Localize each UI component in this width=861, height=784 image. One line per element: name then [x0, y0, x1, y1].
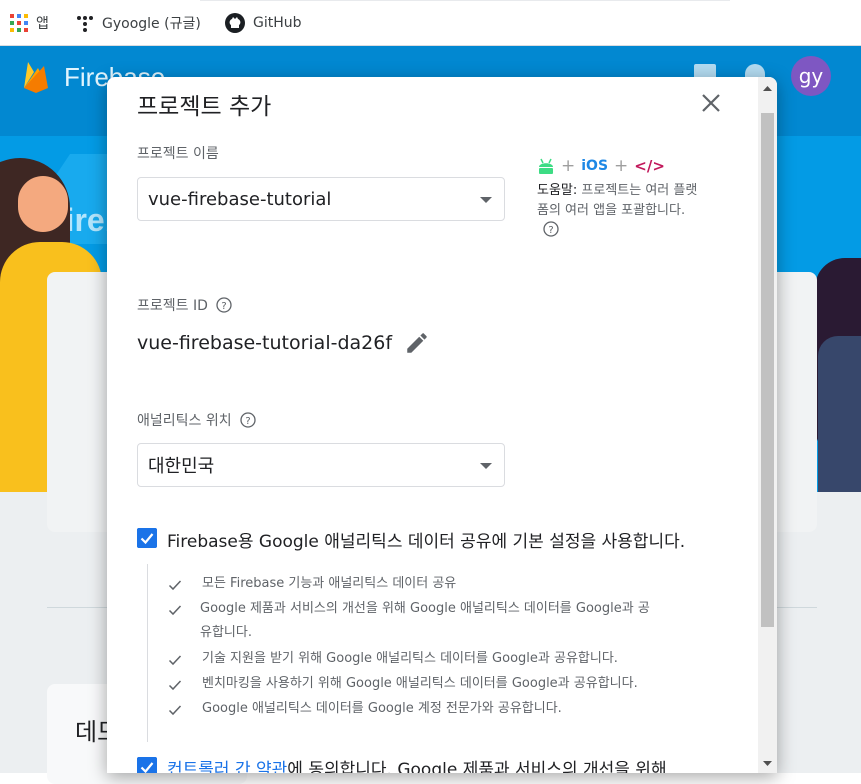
terms-checkbox[interactable] — [137, 757, 157, 773]
terms-label: 컨트롤러 간 약관에 동의합니다. Google 제품과 서비스의 개선을 위해 — [167, 755, 667, 773]
bookmark-gyoogle[interactable]: Gyoogle (규글) — [76, 12, 201, 34]
bookmark-gyoogle-label: Gyoogle (규글) — [102, 16, 201, 32]
bookmarks-bar: 앱 Gyoogle (규글) GitHub — [0, 0, 861, 46]
terms-text: 에 동의합니다. Google 제품과 서비스의 개선을 위해 — [287, 760, 667, 773]
chevron-down-icon — [480, 197, 492, 203]
avatar[interactable]: gy — [791, 56, 831, 96]
share-item-text: Google 제품과 서비스의 개선을 위해 Google 애널리틱스 데이터를… — [200, 601, 650, 616]
platform-icons: + iOS + </> — [537, 156, 665, 176]
share-item-text: 기술 지원을 받기 위해 Google 애널리틱스 데이터를 Google과 공… — [202, 651, 618, 666]
share-item-text: 벤치마킹을 사용하기 위해 Google 애널리틱스 데이터를 Google과 … — [202, 676, 638, 691]
dialog-title: 프로젝트 추가 — [137, 94, 272, 120]
tab-strip-edge — [200, 0, 730, 1]
help-icon[interactable]: ? — [239, 412, 256, 428]
edit-pencil-icon[interactable] — [404, 330, 430, 356]
terms-link[interactable]: 컨트롤러 간 약관 — [167, 760, 287, 773]
help-tip-bold: 도움말: — [537, 183, 578, 198]
share-settings-checkbox[interactable] — [137, 528, 157, 548]
scrollbar[interactable] — [758, 77, 777, 773]
project-id-row: vue-firebase-tutorial-da26f — [137, 330, 430, 356]
share-item-text: Google 애널리틱스 데이터를 Google 계정 전문가와 공유합니다. — [202, 701, 562, 716]
svg-text:?: ? — [245, 416, 250, 427]
project-name-label: 프로젝트 이름 — [137, 146, 219, 162]
apps-grid-icon — [10, 14, 28, 32]
project-id-label-row: 프로젝트 ID ? — [137, 295, 232, 315]
analytics-location-label: 애널리틱스 위치 — [137, 413, 232, 429]
gyoogle-icon — [77, 16, 93, 32]
android-icon — [539, 158, 553, 174]
illustration-right-body — [818, 336, 861, 492]
help-icon[interactable]: ? — [216, 297, 232, 313]
check-icon — [168, 605, 182, 616]
svg-text:?: ? — [548, 225, 553, 236]
chevron-down-icon — [480, 463, 492, 469]
check-icon — [168, 680, 182, 691]
check-icon — [168, 655, 182, 666]
check-icon — [168, 580, 182, 591]
github-icon — [225, 13, 245, 33]
scrollbar-thumb[interactable] — [761, 113, 774, 627]
project-id-value: vue-firebase-tutorial-da26f — [137, 332, 393, 354]
svg-text:?: ? — [221, 301, 226, 312]
bookmark-github-label: GitHub — [253, 15, 302, 31]
close-icon[interactable] — [697, 89, 725, 117]
bookmark-apps-label: 앱 — [36, 16, 49, 32]
scroll-up-arrow-icon[interactable] — [758, 81, 777, 95]
check-icon — [168, 705, 182, 716]
web-code-icon: </> — [634, 157, 665, 175]
firebase-logo-icon — [24, 62, 48, 93]
share-item-text: 유합니다. — [200, 625, 252, 640]
share-details-list: 모든 Firebase 기능과 애널리틱스 데이터 공유 Google 제품과 … — [147, 564, 728, 742]
ios-icon: iOS — [581, 158, 609, 174]
project-name-value: vue-firebase-tutorial — [148, 188, 332, 210]
plus-icon: + — [614, 156, 629, 176]
project-name-field[interactable]: vue-firebase-tutorial — [137, 177, 505, 221]
help-icon[interactable]: ? — [543, 221, 559, 237]
analytics-location-select[interactable]: 대한민국 — [137, 443, 505, 487]
plus-icon: + — [561, 156, 576, 176]
analytics-location-value: 대한민국 — [148, 456, 215, 477]
analytics-location-label-row: 애널리틱스 위치 ? — [137, 410, 256, 430]
bookmark-github[interactable]: GitHub — [225, 12, 302, 34]
share-settings-label: Firebase용 Google 애널리틱스 데이터 공유에 기본 설정을 사용… — [167, 532, 686, 552]
bookmark-apps[interactable]: 앱 — [10, 12, 49, 34]
scroll-down-arrow-icon[interactable] — [758, 757, 777, 771]
project-id-label: 프로젝트 ID — [137, 298, 208, 314]
add-project-dialog: 프로젝트 추가 프로젝트 이름 vue-firebase-tutorial + … — [107, 77, 777, 773]
illustration-person-face — [18, 176, 68, 232]
share-item-text: 모든 Firebase 기능과 애널리틱스 데이터 공유 — [202, 576, 457, 591]
help-tip: 도움말: 프로젝트는 여러 플랫폼의 여러 앱을 포괄합니다. ? — [537, 181, 707, 241]
